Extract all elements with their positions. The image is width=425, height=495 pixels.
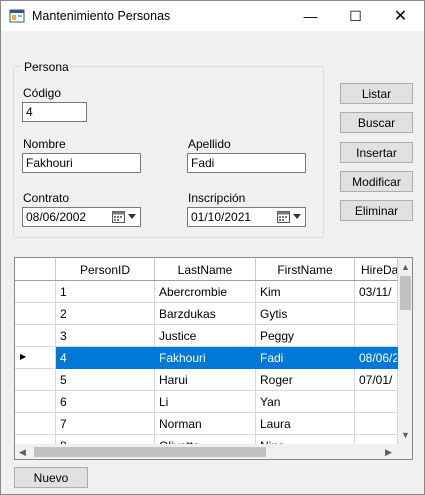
table-cell[interactable]: Abercrombie (155, 281, 256, 303)
close-button[interactable]: ✕ (378, 1, 423, 31)
table-cell[interactable]: 3 (56, 325, 155, 347)
row-header[interactable] (15, 413, 56, 435)
table-cell[interactable]: Gytis (256, 303, 355, 325)
chevron-down-icon (293, 214, 301, 219)
current-row-indicator-icon: ▶ (20, 352, 27, 361)
row-header[interactable] (15, 369, 56, 391)
vertical-scrollbar[interactable]: ▲ ▼ (398, 258, 412, 444)
table-cell[interactable]: 1 (56, 281, 155, 303)
window-title: Mantenimiento Personas (32, 9, 171, 23)
table-cell[interactable]: Fadi (256, 347, 355, 369)
table-row[interactable]: 7 Norman Laura (15, 413, 398, 435)
scroll-down-icon[interactable]: ▼ (401, 430, 410, 440)
table-cell[interactable]: 4 (56, 347, 155, 369)
contrato-date-value: 08/06/2002 (26, 210, 87, 224)
nuevo-button[interactable]: Nuevo (14, 467, 88, 488)
inscripcion-datepicker[interactable]: 01/10/2021 (187, 207, 306, 227)
buscar-button[interactable]: Buscar (340, 112, 413, 133)
calendar-icon (112, 211, 125, 223)
persons-datagrid[interactable]: PersonID LastName FirstName HireDa 1 Aber… (14, 257, 413, 460)
row-header[interactable] (15, 303, 56, 325)
scroll-right-icon[interactable]: ▶ (385, 447, 392, 458)
title-bar[interactable]: Mantenimiento Personas — ☐ ✕ (1, 1, 424, 31)
chevron-down-icon (128, 214, 136, 219)
table-cell[interactable]: Laura (256, 413, 355, 435)
table-cell[interactable]: Norman (155, 413, 256, 435)
row-header-corner (15, 258, 56, 280)
table-cell[interactable]: 5 (56, 369, 155, 391)
row-header[interactable] (15, 325, 56, 347)
persona-group-legend: Persona (21, 60, 72, 74)
table-cell[interactable]: 08/06/2 (355, 347, 398, 369)
apellido-field[interactable]: Fadi (187, 153, 306, 173)
horizontal-scrollbar[interactable]: ◀ ▶ (15, 444, 398, 459)
minimize-button[interactable]: — (288, 1, 333, 31)
eliminar-button[interactable]: Eliminar (340, 200, 413, 221)
apellido-label: Apellido (188, 137, 231, 151)
app-icon (9, 9, 25, 23)
table-cell[interactable] (355, 413, 398, 435)
calendar-dropdown-button[interactable] (112, 210, 138, 224)
row-header[interactable]: ▶ (15, 347, 56, 369)
nombre-field[interactable]: Fakhouri (22, 153, 141, 173)
inscripcion-label: Inscripción (188, 191, 246, 205)
modificar-button[interactable]: Modificar (340, 171, 413, 192)
calendar-dropdown-button[interactable] (277, 210, 303, 224)
codigo-label: Código (23, 86, 62, 100)
scrollbar-corner (398, 444, 412, 459)
table-cell[interactable]: Roger (256, 369, 355, 391)
contrato-datepicker[interactable]: 08/06/2002 (22, 207, 141, 227)
table-cell[interactable]: Kim (256, 281, 355, 303)
table-cell[interactable]: 03/11/ (355, 281, 398, 303)
table-cell[interactable]: 07/01/ (355, 369, 398, 391)
main-window: Mantenimiento Personas — ☐ ✕ Persona Cód… (0, 0, 425, 495)
table-cell[interactable]: Harui (155, 369, 256, 391)
table-row[interactable]: ▶ 4 Fakhouri Fadi 08/06/2 (15, 347, 398, 369)
table-cell[interactable]: Yan (256, 391, 355, 413)
row-header[interactable] (15, 391, 56, 413)
table-cell[interactable]: Fakhouri (155, 347, 256, 369)
table-cell[interactable] (355, 391, 398, 413)
vertical-scroll-thumb[interactable] (400, 276, 411, 310)
scroll-up-icon[interactable]: ▲ (401, 262, 410, 272)
table-cell[interactable]: 7 (56, 413, 155, 435)
insertar-button[interactable]: Insertar (340, 142, 413, 163)
table-cell[interactable]: Justice (155, 325, 256, 347)
grid-header: PersonID LastName FirstName HireDa (15, 258, 398, 281)
scroll-left-icon[interactable]: ◀ (19, 447, 26, 458)
codigo-field[interactable]: 4 (22, 102, 87, 122)
row-header[interactable] (15, 281, 56, 303)
inscripcion-date-value: 01/10/2021 (191, 210, 252, 224)
maximize-button[interactable]: ☐ (333, 1, 378, 31)
column-header[interactable]: LastName (155, 258, 256, 280)
column-header[interactable]: PersonID (56, 258, 155, 280)
table-row[interactable]: 5 Harui Roger 07/01/ (15, 369, 398, 391)
table-cell[interactable] (355, 325, 398, 347)
table-cell[interactable]: Barzdukas (155, 303, 256, 325)
table-cell[interactable]: Peggy (256, 325, 355, 347)
table-cell[interactable]: 2 (56, 303, 155, 325)
listar-button[interactable]: Listar (340, 83, 413, 104)
nombre-label: Nombre (23, 137, 66, 151)
horizontal-scroll-thumb[interactable] (34, 447, 266, 457)
table-row[interactable]: 6 Li Yan (15, 391, 398, 413)
table-cell[interactable]: Li (155, 391, 256, 413)
table-row[interactable]: 2 Barzdukas Gytis (15, 303, 398, 325)
table-cell[interactable] (355, 303, 398, 325)
calendar-icon (277, 211, 290, 223)
column-header[interactable]: HireDa (355, 258, 398, 280)
table-cell[interactable]: 6 (56, 391, 155, 413)
column-header[interactable]: FirstName (256, 258, 355, 280)
contrato-label: Contrato (23, 191, 70, 205)
table-row[interactable]: 1 Abercrombie Kim 03/11/ (15, 281, 398, 303)
table-row[interactable]: 3 Justice Peggy (15, 325, 398, 347)
